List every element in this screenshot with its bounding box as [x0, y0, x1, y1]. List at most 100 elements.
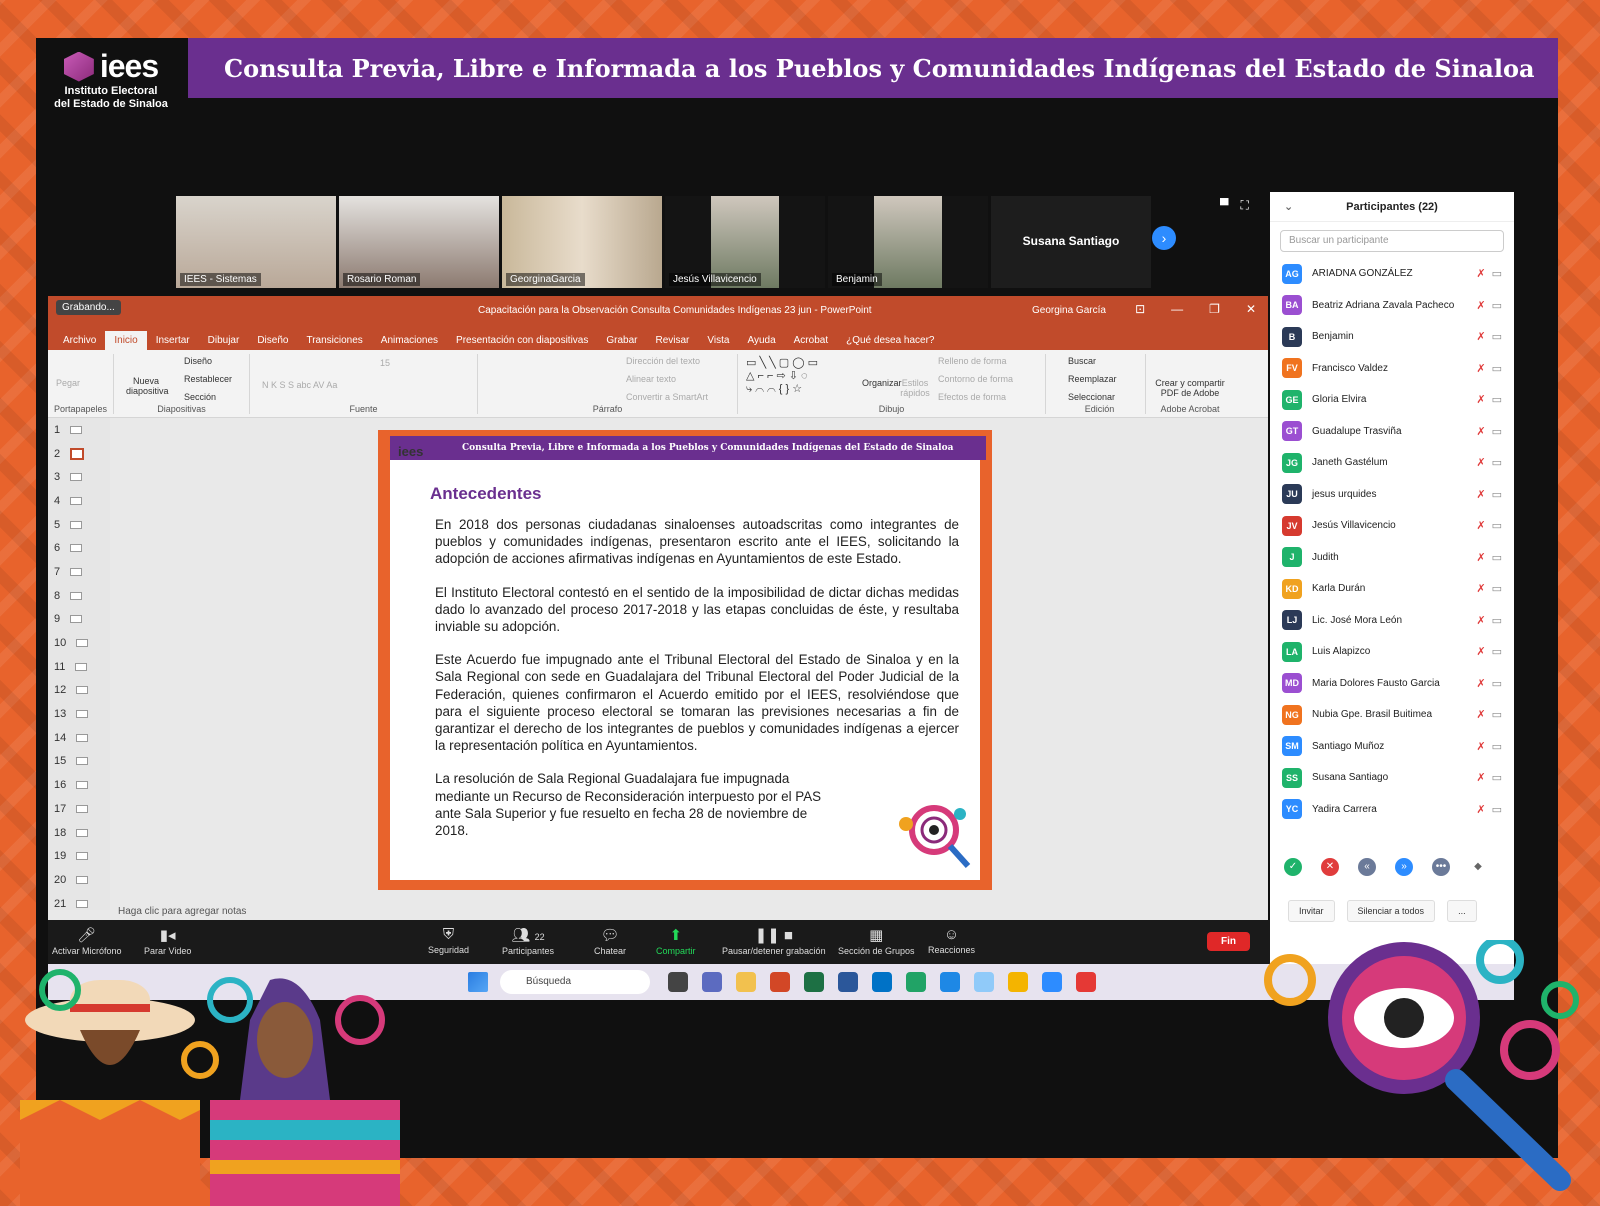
camera-icon[interactable]: ▭	[1492, 394, 1502, 406]
zoom-icon[interactable]	[1042, 972, 1062, 992]
next-page-icon[interactable]: ›	[1152, 226, 1176, 250]
slide-thumb[interactable]: 9	[48, 608, 110, 632]
tab-insertar[interactable]: Insertar	[147, 331, 199, 350]
slide-thumb[interactable]: 12	[48, 679, 110, 703]
slide-text[interactable]: En 2018 dos personas ciudadanas sinaloen…	[435, 516, 959, 855]
chrome-icon[interactable]	[1008, 972, 1028, 992]
taskbar-search[interactable]: Búsqueda	[500, 970, 650, 994]
slide-thumb[interactable]: 8	[48, 584, 110, 608]
share-button[interactable]: ⬆ Compartir	[656, 926, 696, 956]
more-reactions-icon[interactable]: •••	[1432, 858, 1450, 876]
slow-down-icon[interactable]: «	[1358, 858, 1376, 876]
font-format-buttons[interactable]: N K S S abc AV Aa	[262, 380, 337, 390]
participant-row[interactable]: MD Maria Dolores Fausto Garcia ✗ ▭	[1270, 668, 1514, 700]
word-icon[interactable]	[838, 972, 858, 992]
slide-thumb[interactable]: 14	[48, 726, 110, 750]
slide-thumb[interactable]: 21	[48, 892, 110, 916]
camera-icon[interactable]: ▭	[1492, 363, 1502, 375]
slide-thumb[interactable]: 5	[48, 513, 110, 537]
slide-thumb[interactable]: 20	[48, 868, 110, 892]
muted-mic-icon[interactable]: ✗	[1476, 772, 1485, 784]
find-button[interactable]: Buscar	[1068, 356, 1096, 366]
participant-row[interactable]: YC Yadira Carrera ✗ ▭	[1270, 794, 1514, 826]
muted-mic-icon[interactable]: ✗	[1476, 489, 1485, 501]
camera-off-icon[interactable]: ▭	[1492, 804, 1502, 816]
camera-icon[interactable]: ▭	[1492, 520, 1502, 532]
paste-button[interactable]: Pegar	[56, 378, 80, 388]
muted-mic-icon[interactable]: ✗	[1476, 741, 1485, 753]
participant-row[interactable]: JV Jesús Villavicencio ✗ ▭	[1270, 510, 1514, 542]
muted-mic-icon[interactable]: ✗	[1476, 615, 1485, 627]
align-text-button[interactable]: Alinear texto	[626, 374, 676, 384]
ppt-user[interactable]: Georgina García	[1032, 305, 1106, 316]
layout-button[interactable]: Diseño	[184, 356, 212, 366]
ribbon-display-icon[interactable]: ⊡	[1135, 302, 1145, 316]
reactions-button[interactable]: ☺ Reacciones	[928, 926, 975, 955]
text-direction-button[interactable]: Dirección del texto	[626, 356, 700, 366]
participant-row[interactable]: JU jesus urquides ✗ ▭	[1270, 479, 1514, 511]
participant-row[interactable]: GE Gloria Elvira ✗ ▭	[1270, 384, 1514, 416]
video-tile[interactable]: IEES - Sistemas	[176, 196, 336, 288]
more-button[interactable]: ...	[1447, 900, 1477, 922]
camera-icon[interactable]: ▭	[1492, 646, 1502, 658]
tab-revisar[interactable]: Revisar	[646, 331, 698, 350]
invite-button[interactable]: Invitar	[1288, 900, 1335, 922]
video-tile[interactable]: Jesús Villavicencio	[665, 196, 825, 288]
notes-field[interactable]: Haga clic para agregar notas	[118, 906, 246, 917]
slide-thumb[interactable]: 19	[48, 844, 110, 868]
participant-row[interactable]: FV Francisco Valdez ✗ ▭	[1270, 353, 1514, 385]
task-view-icon[interactable]	[668, 972, 688, 992]
muted-mic-icon[interactable]: ✗	[1476, 268, 1485, 280]
video-tile[interactable]: Susana Santiago	[991, 196, 1151, 288]
tab-archivo[interactable]: Archivo	[54, 331, 105, 350]
font-size-select[interactable]: 15	[380, 358, 390, 368]
tab-vista[interactable]: Vista	[698, 331, 738, 350]
create-pdf-button[interactable]: Crear y compartir PDF de Adobe	[1152, 378, 1228, 398]
tab-diseno[interactable]: Diseño	[248, 331, 297, 350]
tab-ayuda[interactable]: Ayuda	[738, 331, 784, 350]
video-tile[interactable]: GeorginaGarcia	[502, 196, 662, 288]
security-button[interactable]: ⛨ Seguridad	[428, 926, 469, 955]
tab-acrobat[interactable]: Acrobat	[785, 331, 837, 350]
windows-start-icon[interactable]	[468, 972, 488, 992]
participant-row[interactable]: GT Guadalupe Trasviña ✗ ▭	[1270, 416, 1514, 448]
shapes-gallery[interactable]: ▭ ╲ ╲ ▢ ◯ ▭ △ ⌐ ⌐ ⇨ ⇩ ◌ ⤷ ⌒ ⌒ { } ☆	[746, 356, 818, 396]
camera-off-icon[interactable]: ▭	[1492, 300, 1502, 312]
muted-mic-icon[interactable]: ✗	[1476, 426, 1485, 438]
participant-row[interactable]: BA Beatriz Adriana Zavala Pacheco ✗ ▭	[1270, 290, 1514, 322]
acrobat-icon[interactable]	[1076, 972, 1096, 992]
slide-thumb[interactable]: 6	[48, 536, 110, 560]
shape-fill-button[interactable]: Relleno de forma	[938, 356, 1007, 366]
muted-mic-icon[interactable]: ✗	[1476, 804, 1485, 816]
slide-thumb[interactable]: 17	[48, 797, 110, 821]
new-slide-button[interactable]: Nueva diapositiva	[126, 376, 169, 396]
select-button[interactable]: Seleccionar	[1068, 392, 1115, 402]
tab-presentacion[interactable]: Presentación con diapositivas	[447, 331, 597, 350]
camera-icon[interactable]: ▭	[1492, 772, 1502, 784]
camera-icon[interactable]: ▭	[1492, 457, 1502, 469]
participant-row[interactable]: AG ARIADNA GONZÁLEZ ✗ ▭	[1270, 258, 1514, 290]
slide-thumb[interactable]: 3	[48, 465, 110, 489]
slide-thumb[interactable]: 18	[48, 821, 110, 845]
network-icon[interactable]	[974, 972, 994, 992]
participant-row[interactable]: NG Nubia Gpe. Brasil Buitimea ✗ ▭	[1270, 699, 1514, 731]
participant-row[interactable]: JG Janeth Gastélum ✗ ▭	[1270, 447, 1514, 479]
camera-icon[interactable]: ▭	[1492, 426, 1502, 438]
camera-icon[interactable]: ▭	[1492, 709, 1502, 721]
clear-icon[interactable]: ◆	[1469, 858, 1487, 876]
shape-effects-button[interactable]: Efectos de forma	[938, 392, 1006, 402]
tab-dibujar[interactable]: Dibujar	[199, 331, 249, 350]
outlook-icon[interactable]	[872, 972, 892, 992]
slide-thumb[interactable]: 7	[48, 560, 110, 584]
slide-thumb[interactable]: 4	[48, 489, 110, 513]
minimize-icon[interactable]: —	[1171, 302, 1183, 316]
camera-icon[interactable]: ▭	[1492, 489, 1502, 501]
reset-button[interactable]: Restablecer	[184, 374, 232, 384]
participants-button[interactable]: 👥︎ 22 Participantes	[502, 926, 554, 956]
close-icon[interactable]: ✕	[1246, 302, 1256, 316]
muted-mic-icon[interactable]: ✗	[1476, 678, 1485, 690]
muted-mic-icon[interactable]: ✗	[1476, 363, 1485, 375]
participant-row[interactable]: LA Luis Alapizco ✗ ▭	[1270, 636, 1514, 668]
participant-row[interactable]: SM Santiago Muñoz ✗ ▭	[1270, 731, 1514, 763]
mute-all-button[interactable]: Silenciar a todos	[1346, 900, 1436, 922]
